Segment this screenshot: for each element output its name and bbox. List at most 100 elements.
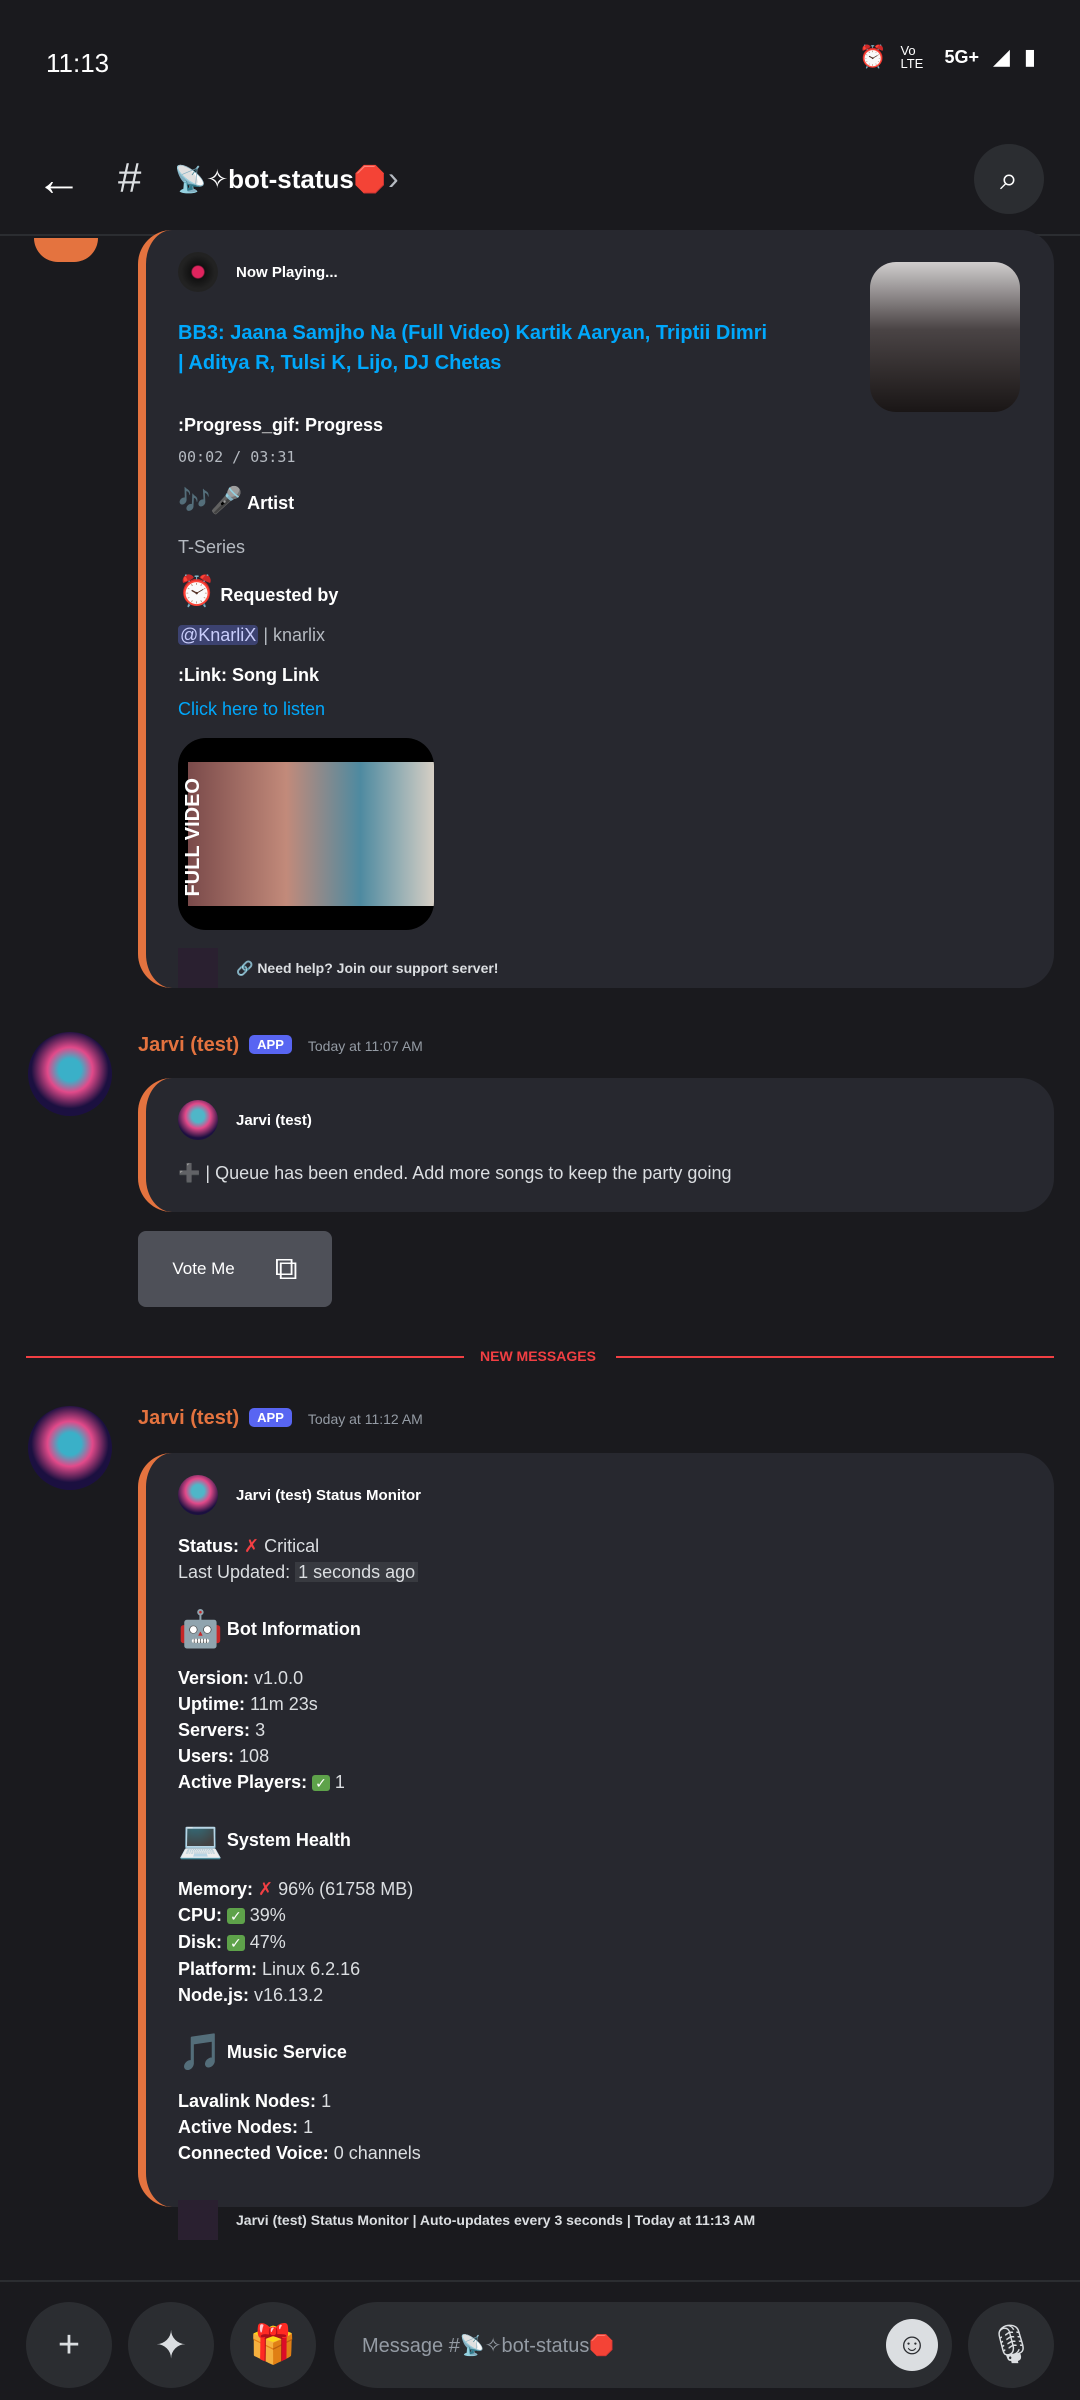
clock: 11:13 — [46, 48, 110, 78]
new-messages-label: NEW MESSAGES — [480, 1348, 596, 1364]
field-label: Active Players: — [178, 1772, 308, 1792]
battery-icon: ▮ — [1023, 44, 1036, 69]
field-label: Platform: — [178, 1959, 258, 1979]
footer-icon — [178, 948, 218, 988]
requester-username: | knarlix — [263, 625, 326, 645]
field-value: 3 — [255, 1720, 266, 1740]
field-value: 1 — [303, 2117, 314, 2137]
add-button[interactable]: + — [26, 2302, 112, 2388]
field-label: Active Nodes: — [178, 2117, 299, 2137]
microphone-icon: 🎙 — [986, 2324, 1036, 2366]
field-label: Uptime: — [178, 1694, 245, 1714]
queue-ended-text: ➕ | Queue has been ended. Add more songs… — [178, 1163, 732, 1183]
queue-ended-embed: Jarvi (test) ➕ | Queue has been ended. A… — [138, 1078, 1054, 1212]
embed-author: Jarvi (test) Status Monitor — [236, 1486, 422, 1504]
emoji-icon[interactable]: ☺ — [886, 2319, 938, 2371]
channel-name[interactable]: 📡✧bot-status🛑 — [174, 164, 386, 195]
section-title: Music Service — [226, 2042, 347, 2062]
embed-author: Jarvi (test) — [236, 1111, 312, 1129]
field-value: 11m 23s — [250, 1694, 318, 1714]
section-emoji-icon: 🎵 — [178, 2031, 223, 2072]
signal-icon: ◢ — [992, 44, 1010, 69]
status-monitor-embed: Jarvi (test) Status Monitor Status: ✗ Cr… — [138, 1453, 1054, 2240]
field-value: 0 channels — [333, 2143, 421, 2163]
message-input[interactable]: Message #📡✧bot-status🛑 ☺ — [334, 2302, 952, 2388]
username[interactable]: Jarvi (test) — [138, 1034, 239, 1056]
support-footer[interactable]: 🔗 Need help? Join our support server! — [236, 960, 498, 977]
vote-me-button[interactable]: Vote Me ⧉ — [138, 1231, 332, 1307]
field-row: Memory: ✗ 96% (61758 MB) — [178, 1876, 1022, 1902]
video-preview[interactable]: FULL VIDEO — [178, 738, 434, 930]
search-button[interactable]: ⌕ — [974, 144, 1044, 214]
artist-label: Artist — [247, 493, 295, 513]
section-title: Bot Information — [226, 1619, 361, 1639]
user-mention[interactable]: @KnarliX — [178, 625, 259, 645]
field-label: Disk: — [178, 1932, 223, 1952]
section-emoji-icon: 💻 — [178, 1819, 223, 1860]
section-header: 💻 System Health — [178, 1818, 1022, 1862]
field-value: v1.0.0 — [254, 1668, 304, 1688]
field-row: Active Nodes: 1 — [178, 2114, 1022, 2140]
footer-icon — [178, 2200, 218, 2240]
field-row: Servers: 3 — [178, 1717, 1022, 1743]
field-label: Users: — [178, 1746, 235, 1766]
bot-avatar-icon — [178, 1100, 218, 1140]
username[interactable]: Jarvi (test) — [138, 1407, 239, 1429]
network-label: 5G+ — [944, 46, 979, 67]
gift-icon: 🎁 — [249, 2324, 297, 2366]
listen-link[interactable]: Click here to listen — [178, 696, 1022, 722]
bot-avatar-icon — [178, 1475, 218, 1515]
section-header: 🤖 Bot Information — [178, 1607, 1022, 1651]
song-thumbnail — [870, 262, 1020, 412]
field-label: CPU: — [178, 1905, 222, 1925]
song-title-link[interactable]: BB3: Jaana Samjho Na (Full Video) Kartik… — [178, 318, 778, 378]
external-link-icon: ⧉ — [274, 1250, 298, 1286]
field-row: Connected Voice: 0 channels — [178, 2140, 1022, 2166]
check-icon: ✓ — [227, 1935, 245, 1951]
composer-bar: + ✦ 🎁 Message #📡✧bot-status🛑 ☺ 🎙 — [0, 2280, 1080, 2400]
avatar[interactable] — [28, 1032, 112, 1116]
chevron-right-icon[interactable]: › — [388, 160, 399, 197]
field-row: Lavalink Nodes: 1 — [178, 2088, 1022, 2114]
check-icon: ✓ — [312, 1775, 330, 1791]
requested-label: Requested by — [220, 585, 339, 605]
field-label: Node.js: — [178, 1985, 250, 2005]
avatar[interactable] — [28, 1406, 112, 1490]
field-value: Linux 6.2.16 — [262, 1959, 361, 1979]
field-row: CPU: ✓ 39% — [178, 1902, 1022, 1929]
updated-label: Last Updated: — [178, 1562, 291, 1582]
status-footer: Jarvi (test) Status Monitor | Auto-updat… — [236, 2212, 756, 2228]
field-value: 108 — [239, 1746, 270, 1766]
progress-time: 00:02 / 03:31 — [178, 448, 296, 466]
channel-header: ← # 📡✧bot-status🛑 › ⌕ — [0, 130, 1080, 236]
section-emoji-icon: 🤖 — [178, 1608, 223, 1649]
search-icon: ⌕ — [1000, 160, 1018, 196]
apps-button[interactable]: ✦ — [128, 2302, 214, 2388]
artist-value: T-Series — [178, 537, 246, 557]
partial-avatar — [34, 238, 98, 262]
field-row: Active Players: ✓ 1 — [178, 1769, 1022, 1796]
field-row: Node.js: v16.13.2 — [178, 1982, 1022, 2008]
field-value: 1 — [321, 2091, 332, 2111]
music-mic-icon: 🎶🎤 — [178, 485, 243, 515]
field-label: Servers: — [178, 1720, 251, 1740]
field-value: 1 — [334, 1772, 345, 1792]
gift-button[interactable]: 🎁 — [230, 2302, 316, 2388]
message-placeholder: Message #📡✧bot-status🛑 — [362, 2334, 615, 2357]
field-label: Connected Voice: — [178, 2143, 329, 2163]
vinyl-icon — [178, 252, 218, 292]
voice-button[interactable]: 🎙 — [968, 2302, 1054, 2388]
field-row: Disk: ✓ 47% — [178, 1929, 1022, 1956]
cross-icon: ✗ — [258, 1879, 274, 1899]
now-playing-embed: Now Playing... BB3: Jaana Samjho Na (Ful… — [138, 230, 1054, 988]
back-arrow-icon[interactable]: ← — [36, 152, 82, 206]
vote-label: Vote Me — [172, 1259, 235, 1278]
field-value: 39% — [249, 1905, 286, 1925]
field-value: 96% (61758 MB) — [278, 1879, 414, 1899]
hash-icon: # — [118, 154, 142, 201]
app-badge: APP — [249, 1408, 292, 1427]
updated-value: 1 seconds ago — [295, 1562, 419, 1582]
status-value: Critical — [264, 1536, 320, 1556]
alarm-icon: ⏰ — [859, 44, 887, 69]
volte-icon: Vo LTE — [900, 43, 924, 71]
